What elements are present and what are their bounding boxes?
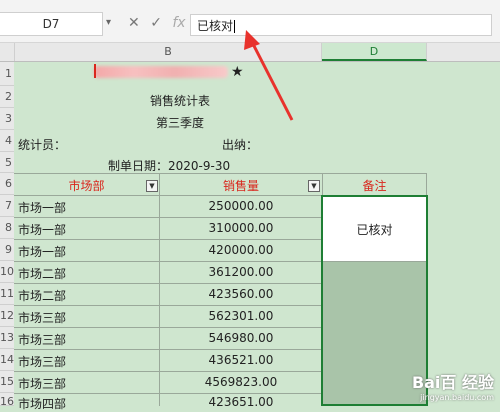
row-header[interactable]: 4 [0, 130, 14, 152]
filter-dropdown-icon[interactable]: ▼ [308, 180, 320, 192]
table-cell-qty[interactable]: 310000.00 [160, 221, 322, 235]
red-marker [94, 64, 96, 78]
column-header-b[interactable]: B [15, 43, 322, 61]
fx-icon[interactable]: fx [172, 12, 185, 34]
watermark-brand: Bai百 经验 [411, 373, 494, 392]
formula-icons: ✕ ✓ fx [128, 12, 192, 34]
table-cell-dept[interactable]: 市场三部 [18, 331, 66, 348]
row-header[interactable]: 1 [0, 62, 14, 86]
table-cell-qty[interactable]: 423651.00 [160, 395, 322, 409]
table-cell-dept[interactable]: 市场三部 [18, 353, 66, 370]
table-cell-qty[interactable]: 562301.00 [160, 309, 322, 323]
table-cell-qty[interactable]: 250000.00 [160, 199, 322, 213]
close-icon[interactable]: ✕ [128, 12, 140, 34]
chevron-down-icon[interactable]: ▾ [106, 12, 111, 34]
row-header[interactable]: 3 [0, 108, 14, 130]
row-header[interactable]: 11 [0, 283, 14, 305]
star-icon: ★ [231, 64, 244, 80]
row-header[interactable]: 8 [0, 217, 14, 239]
row-header[interactable]: 16 [0, 393, 14, 408]
table-cell-dept[interactable]: 市场一部 [18, 243, 66, 260]
cashier-label: 出纳： [222, 138, 259, 152]
header-qty: 销售量 [222, 179, 259, 193]
formula-bar: D7 ▾ ✕ ✓ fx 已核对 [0, 0, 500, 43]
header-dept: 市场部 [68, 179, 105, 193]
blurred-company-name [94, 66, 228, 78]
row-header[interactable]: 12 [0, 305, 14, 327]
table-cell-dept[interactable]: 市场二部 [18, 287, 66, 304]
row-header[interactable]: 14 [0, 349, 14, 371]
table-cell-qty[interactable]: 4569823.00 [160, 375, 322, 389]
column-header-e[interactable] [427, 43, 500, 61]
row-header[interactable]: 15 [0, 371, 14, 393]
row-header[interactable]: 7 [0, 195, 14, 217]
watermark-url: jingyan.baidu.com [420, 393, 494, 402]
sheet-title: 销售统计表 [149, 94, 210, 108]
filter-dropdown-icon[interactable]: ▼ [146, 180, 158, 192]
formula-input[interactable]: 已核对 [190, 14, 492, 36]
row-header[interactable]: 9 [0, 239, 14, 261]
corner-cell[interactable] [0, 43, 15, 61]
row-header[interactable]: 10 [0, 261, 14, 283]
formula-text: 已核对 [197, 19, 234, 33]
check-icon[interactable]: ✓ [150, 12, 162, 34]
table-cell-qty[interactable]: 436521.00 [160, 353, 322, 367]
table-cell-dept[interactable]: 市场四部 [18, 395, 66, 412]
table-cell-dept[interactable]: 市场二部 [18, 265, 66, 282]
row-header[interactable]: 13 [0, 327, 14, 349]
table-cell-dept[interactable]: 市场三部 [18, 309, 66, 326]
stat-label: 统计员： [18, 138, 67, 152]
column-header-d[interactable]: D [322, 43, 427, 61]
row-header[interactable]: 2 [0, 86, 14, 108]
table-cell-dept[interactable]: 市场一部 [18, 221, 66, 238]
quarter-label: 第三季度 [155, 116, 204, 130]
table-cell-dept[interactable]: 市场一部 [18, 199, 66, 216]
table-cell-dept[interactable]: 市场三部 [18, 375, 66, 392]
baidu-watermark: Bai百 经验 jingyan.baidu.com [412, 369, 494, 402]
text-caret [234, 20, 236, 33]
date-label: 制单日期：2020-9-30 [108, 159, 231, 173]
header-remark: 备注 [362, 179, 387, 193]
row-header[interactable]: 5 [0, 152, 14, 173]
table-cell-qty[interactable]: 423560.00 [160, 287, 322, 301]
row-header[interactable]: 6 [0, 173, 14, 195]
name-box[interactable]: D7 [0, 12, 103, 36]
table-cell-qty[interactable]: 420000.00 [160, 243, 322, 257]
column-header-bar: B D [0, 43, 500, 62]
table-cell-qty[interactable]: 361200.00 [160, 265, 322, 279]
table-cell-qty[interactable]: 546980.00 [160, 331, 322, 345]
